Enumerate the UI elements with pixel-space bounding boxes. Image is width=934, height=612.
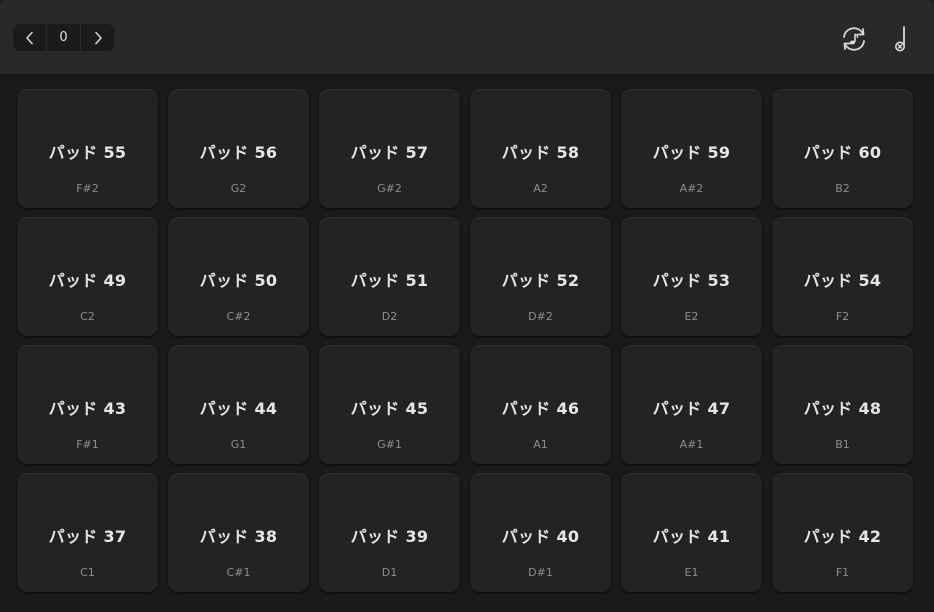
pad-label: パッド 43 <box>48 399 127 418</box>
note-off-icon <box>895 26 905 52</box>
drum-pad[interactable]: パッド 40 D#1 <box>470 473 611 592</box>
drum-pad[interactable]: パッド 42 F1 <box>772 473 913 592</box>
drum-pad[interactable]: パッド 60 B2 <box>772 89 913 208</box>
bank-next-button[interactable] <box>81 24 114 51</box>
bank-switcher: 0 <box>13 24 114 51</box>
pad-label: パッド 53 <box>652 271 731 290</box>
drum-pad[interactable]: パッド 46 A1 <box>470 345 611 464</box>
pad-note: A1 <box>533 438 548 451</box>
chevron-left-icon <box>25 31 33 44</box>
pad-note: E1 <box>684 566 699 579</box>
drum-pad[interactable]: パッド 45 G#1 <box>319 345 460 464</box>
pad-label: パッド 46 <box>501 399 580 418</box>
pad-label: パッド 60 <box>803 143 882 162</box>
pad-label: パッド 57 <box>350 143 429 162</box>
drum-pad[interactable]: パッド 39 D1 <box>319 473 460 592</box>
pad-label: パッド 51 <box>350 271 429 290</box>
pad-note: A#1 <box>679 438 704 451</box>
chevron-right-icon <box>94 31 102 44</box>
drum-pad[interactable]: パッド 57 G#2 <box>319 89 460 208</box>
pad-note: F#1 <box>76 438 99 451</box>
drum-pad[interactable]: パッド 51 D2 <box>319 217 460 336</box>
pad-label: パッド 39 <box>350 527 429 546</box>
drum-pad[interactable]: パッド 48 B1 <box>772 345 913 464</box>
pad-note: G1 <box>230 438 247 451</box>
pad-label: パッド 41 <box>652 527 731 546</box>
pad-note: B1 <box>835 438 850 451</box>
pad-label: パッド 44 <box>199 399 278 418</box>
pad-note: D1 <box>381 566 398 579</box>
drum-pad[interactable]: パッド 38 C#1 <box>168 473 309 592</box>
pad-note: G#2 <box>377 182 402 195</box>
pad-label: パッド 52 <box>501 271 580 290</box>
pad-grid: パッド 55 F#2 パッド 56 G2 パッド 57 G#2 パッド 58 A2 パッド 59… <box>17 89 913 592</box>
cycle-note-button[interactable] <box>838 24 870 54</box>
pad-note: C2 <box>80 310 95 323</box>
drum-pad[interactable]: パッド 54 F2 <box>772 217 913 336</box>
pad-note: F1 <box>835 566 850 579</box>
pad-note: A#2 <box>679 182 704 195</box>
pad-note: F#2 <box>76 182 99 195</box>
drum-pad[interactable]: パッド 58 A2 <box>470 89 611 208</box>
pad-note: G2 <box>230 182 247 195</box>
pad-note: C1 <box>80 566 95 579</box>
drum-pad[interactable]: パッド 43 F#1 <box>17 345 158 464</box>
pad-label: パッド 56 <box>199 143 278 162</box>
pad-note: C#2 <box>226 310 251 323</box>
pad-label: パッド 55 <box>48 143 127 162</box>
pad-label: パッド 45 <box>350 399 429 418</box>
pad-note: D#1 <box>528 566 553 579</box>
drum-pad[interactable]: パッド 49 C2 <box>17 217 158 336</box>
pad-note: G#1 <box>377 438 402 451</box>
drum-pad[interactable]: パッド 52 D#2 <box>470 217 611 336</box>
pad-note: F2 <box>835 310 850 323</box>
pad-note: E2 <box>684 310 699 323</box>
pad-label: パッド 38 <box>199 527 278 546</box>
drum-pad[interactable]: パッド 55 F#2 <box>17 89 158 208</box>
bank-value: 0 <box>46 24 81 51</box>
drum-pad[interactable]: パッド 41 E1 <box>621 473 762 592</box>
drum-pad[interactable]: パッド 37 C1 <box>17 473 158 592</box>
pad-note: C#1 <box>226 566 251 579</box>
pad-label: パッド 37 <box>48 527 127 546</box>
pad-note: B2 <box>835 182 850 195</box>
drum-pad[interactable]: パッド 56 G2 <box>168 89 309 208</box>
note-off-button[interactable] <box>885 24 917 54</box>
pad-label: パッド 58 <box>501 143 580 162</box>
pad-label: パッド 48 <box>803 399 882 418</box>
pad-label: パッド 49 <box>48 271 127 290</box>
pad-label: パッド 59 <box>652 143 731 162</box>
pad-label: パッド 40 <box>501 527 580 546</box>
drum-pad[interactable]: パッド 59 A#2 <box>621 89 762 208</box>
drum-pad-window: 0 パッド 55 F#2 パッド 56 G2 パッド 57 G#2 パッド 58… <box>0 0 934 612</box>
cycle-note-icon <box>843 27 865 51</box>
toolbar: 0 <box>0 0 934 75</box>
pad-note: D#2 <box>528 310 553 323</box>
pad-label: パッド 47 <box>652 399 731 418</box>
pad-note: A2 <box>533 182 548 195</box>
drum-pad[interactable]: パッド 53 E2 <box>621 217 762 336</box>
drum-pad[interactable]: パッド 50 C#2 <box>168 217 309 336</box>
drum-pad[interactable]: パッド 47 A#1 <box>621 345 762 464</box>
pad-label: パッド 50 <box>199 271 278 290</box>
pad-note: D2 <box>381 310 398 323</box>
bank-prev-button[interactable] <box>13 24 46 51</box>
drum-pad[interactable]: パッド 44 G1 <box>168 345 309 464</box>
pad-label: パッド 54 <box>803 271 882 290</box>
pad-label: パッド 42 <box>803 527 882 546</box>
